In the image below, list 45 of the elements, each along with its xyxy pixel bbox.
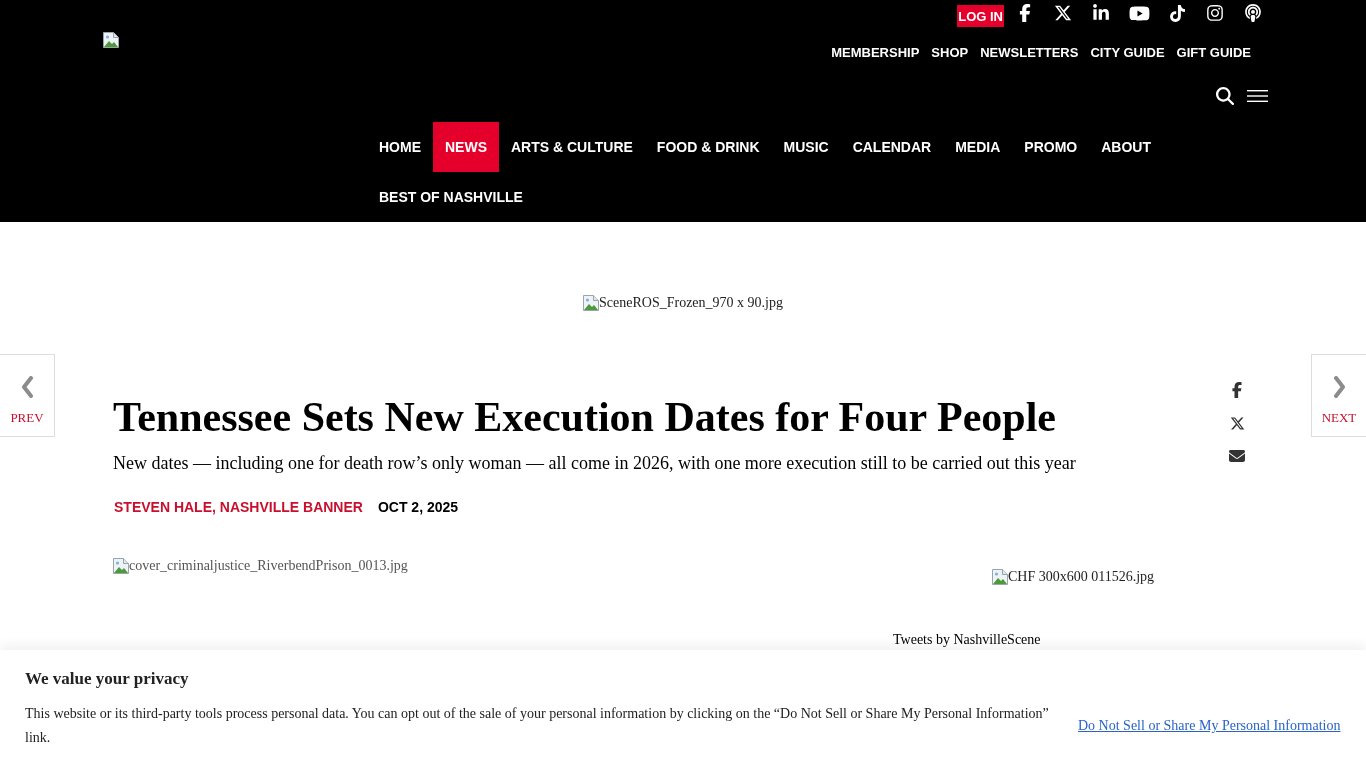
menu-icon[interactable]	[1247, 90, 1268, 102]
nav-tab[interactable]: FOOD & DRINK	[644, 122, 772, 172]
nav-tab[interactable]: MUSIC	[771, 122, 841, 172]
podcast-icon[interactable]	[1244, 4, 1262, 22]
linkedin-icon[interactable]	[1092, 4, 1110, 22]
utility-link[interactable]: SHOP	[931, 44, 969, 62]
tiktok-icon[interactable]	[1168, 4, 1186, 22]
utility-link[interactable]: NEWSLETTERS	[980, 44, 1079, 62]
image-alt-text: CHF 300x600 011526.jpg	[1008, 567, 1155, 586]
prev-button[interactable]: PREV	[0, 354, 55, 437]
x-icon[interactable]	[1054, 4, 1072, 22]
nav-tab[interactable]: ARTS & CULTURE	[499, 122, 645, 172]
broken-image-icon[interactable]	[103, 32, 119, 48]
article-title: Tennessee Sets New Execution Dates for Four People	[113, 393, 1057, 442]
broken-image-icon	[992, 568, 1008, 585]
next-button[interactable]: NEXT	[1311, 354, 1366, 437]
image-alt-text: SceneROS_Frozen_970 x 90.jpg	[599, 294, 783, 312]
nav-tab[interactable]: MEDIA	[943, 122, 1013, 172]
nav-tab[interactable]: BEST OF NASHVILLE	[367, 172, 535, 222]
instagram-icon[interactable]	[1206, 4, 1224, 22]
login-button[interactable]: LOG IN	[957, 5, 1004, 27]
utility-link[interactable]: CITY GUIDE	[1090, 44, 1165, 62]
nav-tab[interactable]: ABOUT	[1089, 122, 1163, 172]
tweets-link[interactable]: Tweets by NashvilleScene	[893, 630, 1041, 649]
do-not-sell-link[interactable]: Do Not Sell or Share My Personal Information	[1078, 717, 1341, 735]
publish-date: OCT 2, 2025	[377, 497, 459, 516]
nav-tab[interactable]: NEWS	[433, 122, 499, 172]
broken-image-icon	[583, 295, 600, 311]
article-subtitle: New dates — including one for death row’s only woman — all come in 2026, with one more execution still to be carried out this year	[113, 452, 1077, 476]
privacy-title: We value your privacy	[25, 668, 190, 690]
envelope-icon[interactable]	[1229, 448, 1245, 464]
nav-tab[interactable]: HOME	[367, 122, 433, 172]
search-icon[interactable]	[1216, 87, 1234, 105]
chevron-right-icon	[1332, 376, 1346, 398]
utility-link[interactable]: MEMBERSHIP	[831, 44, 920, 62]
nav-tab[interactable]: CALENDAR	[840, 122, 944, 172]
facebook-icon[interactable]	[1229, 382, 1245, 398]
privacy-text: This website or its third-party tools process personal data. You can opt out of the sale of your personal information by clicking on the “Do Not Sell or Share My Personal Information” link.	[25, 705, 1050, 747]
author-link[interactable]: STEVEN HALE, NASHVILLE BANNER	[114, 497, 363, 516]
utility-link[interactable]: GIFT GUIDE	[1176, 44, 1251, 62]
broken-image-icon	[113, 557, 129, 574]
x-icon[interactable]	[1229, 415, 1245, 431]
chevron-left-icon	[20, 376, 34, 398]
image-alt-text: cover_criminaljustice_RiverbendPrison_0013.jpg	[129, 556, 408, 575]
nav-tab[interactable]: PROMO	[1012, 122, 1090, 172]
